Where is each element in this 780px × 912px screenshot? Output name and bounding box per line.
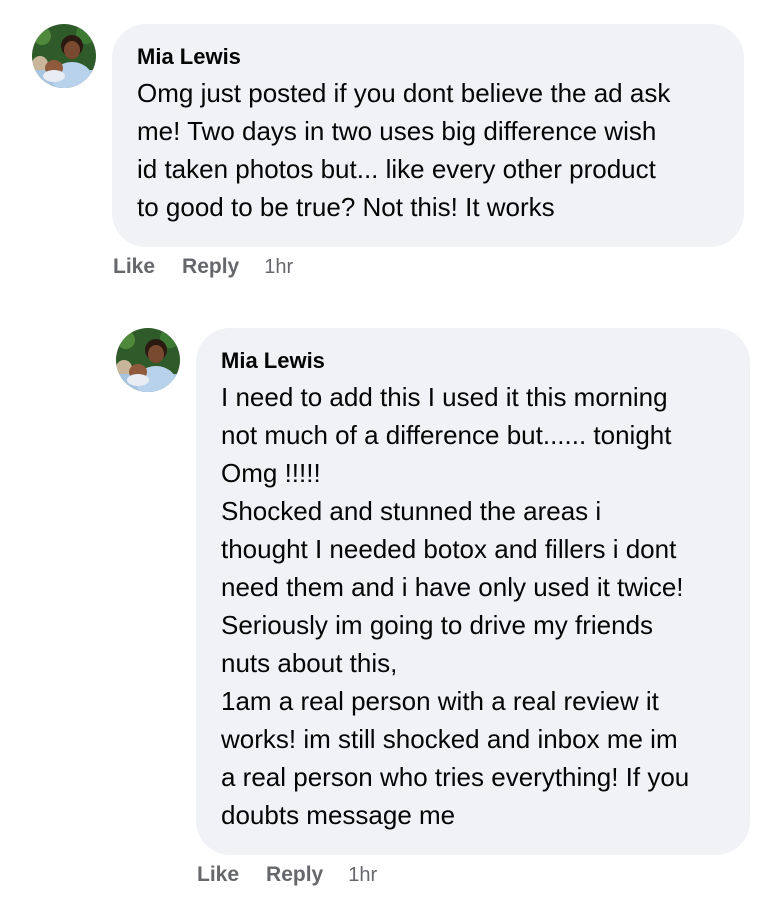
like-button[interactable]: Like	[197, 863, 239, 887]
profile-photo-icon	[116, 328, 180, 392]
comment: Mia Lewis Omg just posted if you dont be…	[0, 0, 780, 290]
comment-bubble: Mia Lewis I need to add this I used it t…	[196, 328, 750, 855]
reply-button[interactable]: Reply	[182, 255, 239, 279]
comment-actions: Like Reply 1hr	[113, 255, 293, 279]
comment-reply: Mia Lewis I need to add this I used it t…	[0, 300, 780, 912]
comment-timestamp[interactable]: 1hr	[348, 864, 377, 887]
comment-text: I need to add this I used it this mornin…	[221, 382, 690, 830]
profile-photo-icon	[32, 24, 96, 88]
reply-button[interactable]: Reply	[266, 863, 323, 887]
comment-author[interactable]: Mia Lewis	[137, 44, 719, 70]
comment-actions: Like Reply 1hr	[197, 863, 377, 887]
comment-bubble: Mia Lewis Omg just posted if you dont be…	[112, 24, 744, 247]
comment-author[interactable]: Mia Lewis	[221, 348, 740, 374]
comment-text: Omg just posted if you dont believe the …	[137, 78, 671, 222]
avatar[interactable]	[32, 24, 96, 88]
comment-timestamp[interactable]: 1hr	[264, 256, 293, 279]
like-button[interactable]: Like	[113, 255, 155, 279]
avatar[interactable]	[116, 328, 180, 392]
